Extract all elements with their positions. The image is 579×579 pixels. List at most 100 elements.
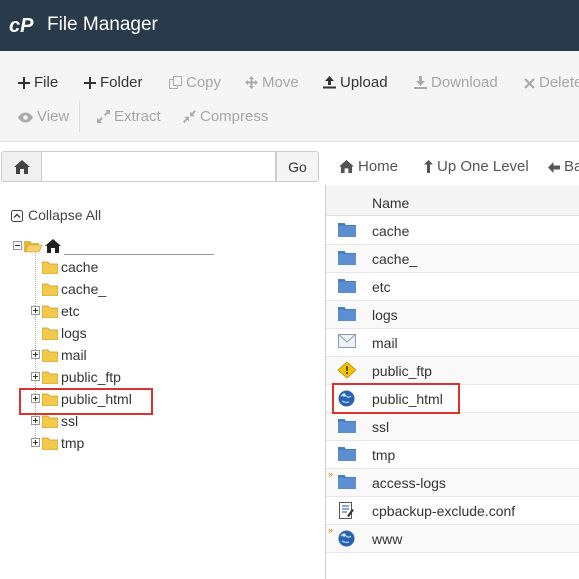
folder-icon xyxy=(41,305,59,319)
row-icon xyxy=(338,278,356,298)
list-header xyxy=(326,186,579,216)
file-row-cache-[interactable]: cache_ xyxy=(326,245,579,273)
file-name: mail xyxy=(372,335,398,351)
tree-item-logs[interactable]: logs xyxy=(31,325,87,345)
download-label: Download xyxy=(431,74,498,91)
copy-button[interactable]: Copy xyxy=(169,74,221,91)
new-file-button[interactable]: File xyxy=(18,74,58,91)
home-path-button[interactable] xyxy=(1,151,42,182)
up-one-level-label: Up One Level xyxy=(437,158,529,175)
tree-item-ssl[interactable]: ssl xyxy=(31,413,78,433)
row-icon xyxy=(338,306,356,326)
tree-public-html-highlight xyxy=(19,388,153,415)
page-title: File Manager xyxy=(47,14,158,35)
envelope-icon xyxy=(338,334,356,348)
up-one-level-button[interactable]: Up One Level xyxy=(424,158,529,175)
collapse-all-button[interactable]: Collapse All xyxy=(11,207,101,223)
row-icon xyxy=(338,418,356,438)
row-icon xyxy=(338,334,356,353)
file-name: etc xyxy=(372,279,391,295)
collapse-icon xyxy=(11,210,23,222)
tree-item-label: public_ftp xyxy=(61,369,121,385)
folder-icon xyxy=(338,251,356,265)
folder-icon xyxy=(338,475,356,489)
extract-button[interactable]: Extract xyxy=(97,108,161,125)
collapse-all-label: Collapse All xyxy=(28,207,102,223)
toolbar xyxy=(0,51,579,142)
expand-toggle-icon[interactable] xyxy=(31,372,40,381)
tree-item-label: cache_ xyxy=(61,281,107,297)
file-row-mail[interactable]: mail xyxy=(326,329,579,357)
move-label: Move xyxy=(262,74,299,91)
plus-icon xyxy=(18,77,30,89)
folder-icon xyxy=(338,223,356,237)
folder-icon xyxy=(41,371,59,385)
file-row-tmp[interactable]: tmp xyxy=(326,441,579,469)
file-row-access-logs[interactable]: » access-logs xyxy=(326,469,579,497)
cpanel-logo-icon: cP xyxy=(9,15,34,37)
collapse-toggle-icon[interactable] xyxy=(13,241,22,250)
tree-item-label: etc xyxy=(61,303,80,319)
toolbar-divider xyxy=(79,101,80,132)
expand-toggle-icon[interactable] xyxy=(31,350,40,359)
expand-toggle-icon[interactable] xyxy=(31,306,40,315)
file-name: public_ftp xyxy=(372,363,432,379)
folder-icon xyxy=(338,307,356,321)
go-button[interactable]: Go xyxy=(276,151,319,182)
download-button[interactable]: Download xyxy=(414,74,498,91)
symlink-marker-icon: » xyxy=(328,525,334,535)
eye-icon xyxy=(18,112,33,123)
tree-item-label: mail xyxy=(61,347,87,363)
compress-arrows-icon xyxy=(183,110,196,123)
download-icon xyxy=(414,76,427,89)
file-row-cache[interactable]: cache xyxy=(326,217,579,245)
folder-icon xyxy=(338,419,356,433)
file-name: tmp xyxy=(372,447,396,463)
file-row-etc[interactable]: etc xyxy=(326,273,579,301)
file-row-ssl[interactable]: ssl xyxy=(326,413,579,441)
home-icon xyxy=(339,160,354,173)
tree-item-cache[interactable]: cache xyxy=(31,259,98,279)
path-input[interactable] xyxy=(42,151,276,182)
delete-button[interactable]: Delete xyxy=(524,74,579,91)
home-nav-label: Home xyxy=(358,158,399,175)
symlink-marker-icon: » xyxy=(328,469,334,479)
move-button[interactable]: Move xyxy=(245,74,299,91)
upload-button[interactable]: Upload xyxy=(323,74,388,91)
new-file-label: File xyxy=(34,74,59,91)
name-column-header[interactable]: Name xyxy=(372,195,409,211)
file-row-cpbackup-exclude-conf[interactable]: cpbackup-exclude.conf xyxy=(326,497,579,525)
tree-item-mail[interactable]: mail xyxy=(31,347,87,367)
file-row-www[interactable]: » www xyxy=(326,525,579,553)
file-name: logs xyxy=(372,307,398,323)
tree-item-public-ftp[interactable]: public_ftp xyxy=(31,369,121,389)
tree-item-label: tmp xyxy=(61,435,85,451)
new-folder-button[interactable]: Folder xyxy=(84,74,143,91)
upload-label: Upload xyxy=(340,74,388,91)
compress-button[interactable]: Compress xyxy=(183,108,268,125)
tree-root[interactable] xyxy=(13,238,61,258)
arrow-left-icon xyxy=(548,162,560,173)
file-row-logs[interactable]: logs xyxy=(326,301,579,329)
new-folder-label: Folder xyxy=(100,74,143,91)
tree-item-label: logs xyxy=(61,325,87,341)
folder-icon xyxy=(41,283,59,297)
expand-toggle-icon[interactable] xyxy=(31,438,40,447)
home-icon xyxy=(14,160,30,174)
tree-item-tmp[interactable]: tmp xyxy=(31,435,84,455)
tree-item-cache-[interactable]: cache_ xyxy=(31,281,106,301)
plus-icon xyxy=(84,77,96,89)
file-row-public-ftp[interactable]: public_ftp xyxy=(326,357,579,385)
expand-toggle-icon[interactable] xyxy=(31,416,40,425)
home-nav-button[interactable]: Home xyxy=(339,158,398,175)
globe-icon xyxy=(338,530,355,547)
file-name: ssl xyxy=(372,419,390,435)
row-icon xyxy=(338,446,356,466)
delete-label: Delete xyxy=(539,74,579,91)
view-button[interactable]: View xyxy=(18,108,69,125)
tree-item-etc[interactable]: etc xyxy=(31,303,80,323)
folder-icon xyxy=(338,279,356,293)
level-up-icon xyxy=(424,160,433,173)
back-button[interactable]: Back xyxy=(548,158,579,175)
row-icon xyxy=(338,474,356,494)
